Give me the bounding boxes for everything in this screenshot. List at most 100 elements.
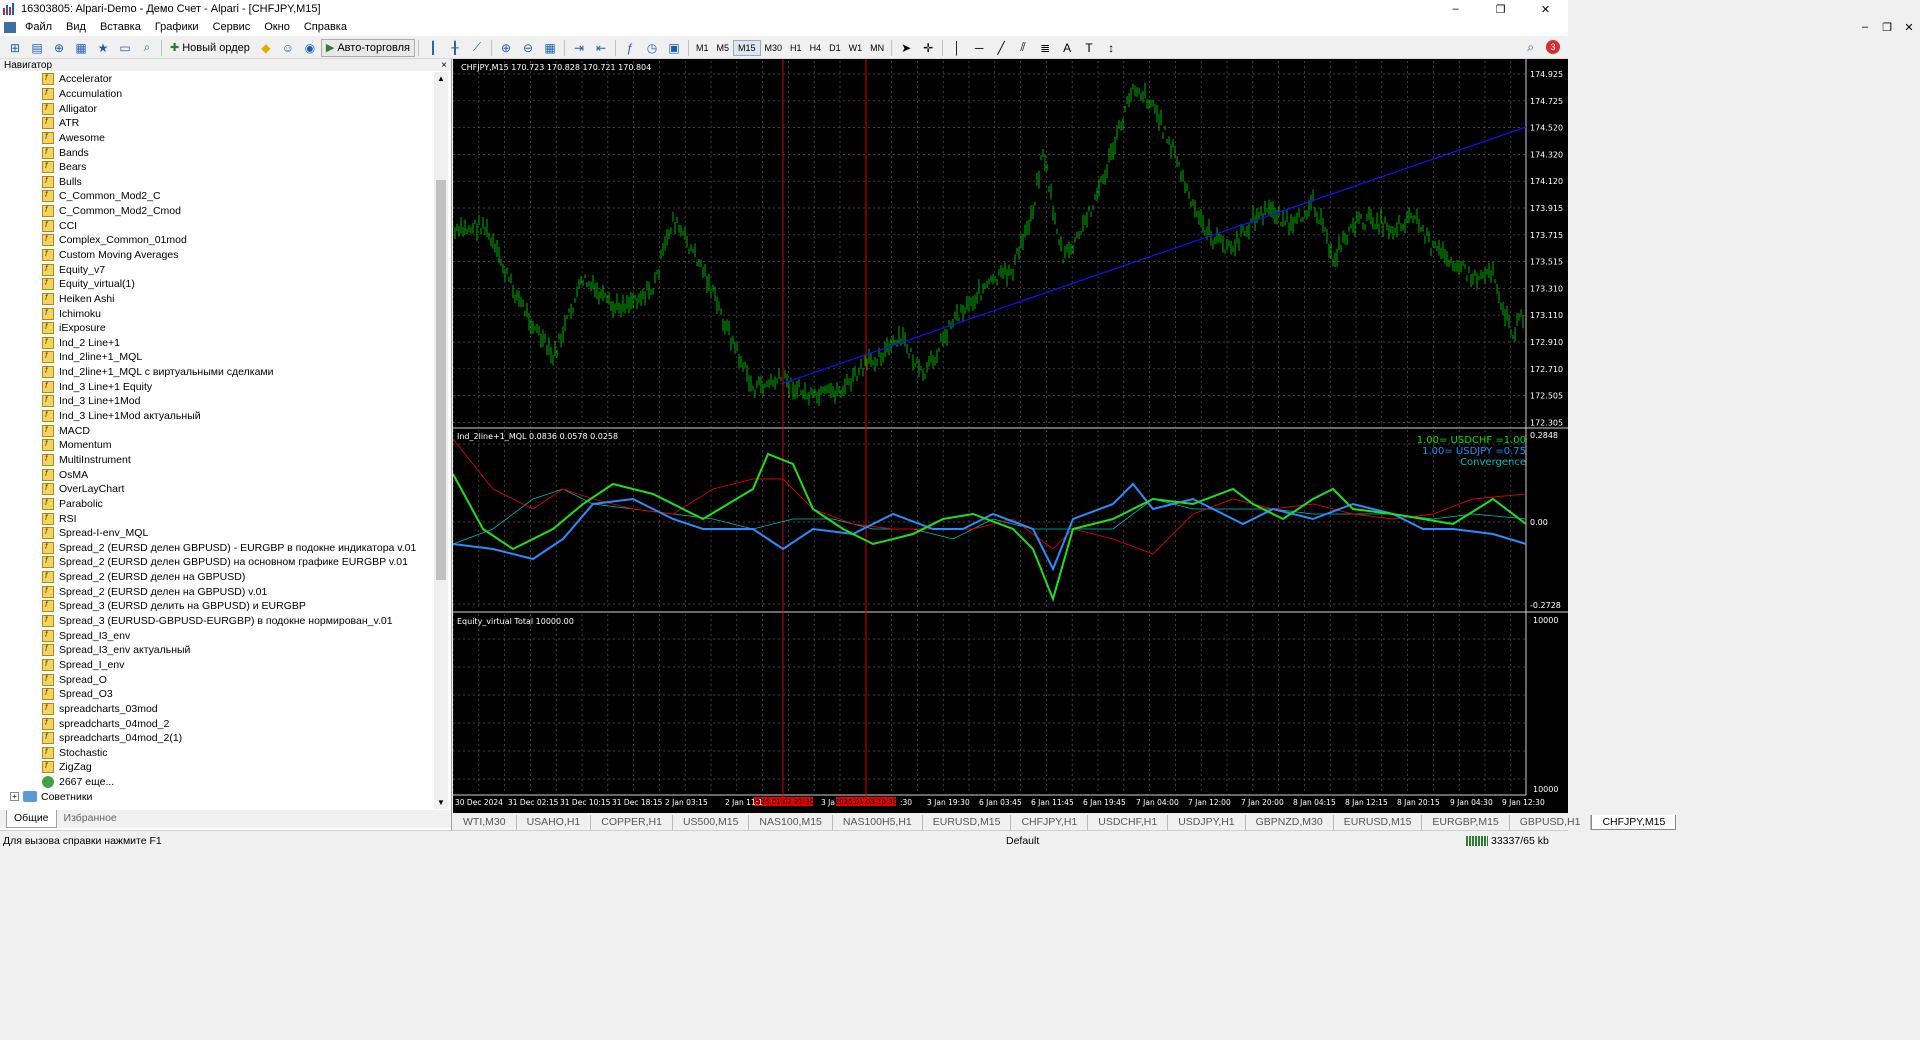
navigator-item[interactable]: Ind_3 Line+1Mod <box>0 394 434 409</box>
chart-tab[interactable]: NAS100H5,H1 <box>833 815 923 830</box>
auto-trading-button[interactable]: ▶ Авто-торговля <box>320 38 415 57</box>
tile-windows-icon[interactable]: ▦ <box>541 40 559 56</box>
tester-icon[interactable]: ⌕ <box>138 40 156 56</box>
navigator-item[interactable]: C_Common_Mod2_Cmod <box>0 204 434 219</box>
navigator-item[interactable]: Spread_3 (EURUSD-GBPUSD-EURGBP) в подокн… <box>0 614 434 629</box>
chart-tab[interactable]: CHFJPY,M15 <box>1591 815 1677 830</box>
navigator-item[interactable]: C_Common_Mod2_C <box>0 189 434 204</box>
scroll-thumb[interactable] <box>436 180 446 580</box>
navigator-item[interactable]: spreadcharts_04mod_2(1) <box>0 731 434 746</box>
navigator-item[interactable]: Momentum <box>0 438 434 453</box>
tf-m1[interactable]: M1 <box>692 40 713 56</box>
fibo-icon[interactable]: ≣ <box>1036 40 1054 56</box>
navigator-item[interactable]: Parabolic <box>0 497 434 512</box>
zoom-in-icon[interactable]: ⊕ <box>497 40 515 56</box>
chart-doc-icon[interactable] <box>4 21 16 33</box>
crosshair-icon[interactable]: ✛ <box>919 40 937 56</box>
tab-favorites[interactable]: Избранное <box>57 810 124 828</box>
tf-w1[interactable]: W1 <box>845 40 867 56</box>
navigator-item[interactable]: Ind_3 Line+1 Equity <box>0 379 434 394</box>
navigator-item[interactable]: Spread_2 (EURSD делен на GBPUSD) v.01 <box>0 584 434 599</box>
terminal-icon[interactable]: ▭ <box>116 40 134 56</box>
navigator-item[interactable]: Ind_2line+1_MQL <box>0 350 434 365</box>
minimize-button[interactable]: – <box>1433 0 1478 18</box>
navigator-item[interactable]: ZigZag <box>0 760 434 775</box>
chart-tab[interactable]: US500,M15 <box>673 815 750 830</box>
navigator-item[interactable]: CCI <box>0 218 434 233</box>
tf-h4[interactable]: H4 <box>806 40 826 56</box>
expand-icon[interactable]: + <box>10 792 19 802</box>
navigator-item[interactable]: Heiken Ashi <box>0 292 434 307</box>
navigator-item[interactable]: Ind_2line+1_MQL с виртуальными сделками <box>0 365 434 380</box>
navigator-scrollbar[interactable]: ▲ ▼ <box>434 72 448 809</box>
navigator-item[interactable]: ATR <box>0 116 434 131</box>
navigator-item[interactable]: Ind_2 Line+1 <box>0 336 434 351</box>
text-icon[interactable]: A <box>1058 40 1076 56</box>
navigator-item[interactable]: Complex_Common_01mod <box>0 233 434 248</box>
navigator-item[interactable]: Spread_2 (EURSD делен GBPUSD) на основно… <box>0 555 434 570</box>
line-chart-icon[interactable]: ⟋ <box>468 40 486 56</box>
tf-m5[interactable]: M5 <box>713 40 734 56</box>
tf-mn[interactable]: MN <box>866 40 888 56</box>
chart-shift-icon[interactable]: ⇤ <box>592 40 610 56</box>
mdi-restore-button[interactable]: ❐ <box>1876 18 1898 36</box>
scroll-up-icon[interactable]: ▲ <box>437 74 445 83</box>
mdi-close-button[interactable]: ✕ <box>1898 18 1920 36</box>
candlestick-icon[interactable]: ╂ <box>446 40 464 56</box>
navigator-item[interactable]: Awesome <box>0 131 434 146</box>
chart-tab[interactable]: GBPNZD,M30 <box>1246 815 1334 830</box>
navigator-item[interactable]: Spread_I3_env <box>0 628 434 643</box>
navigator-item[interactable]: Accumulation <box>0 87 434 102</box>
search-icon[interactable]: ⌕ <box>1527 40 1534 55</box>
close-button[interactable]: ✕ <box>1523 0 1568 18</box>
menu-window[interactable]: Окно <box>257 21 297 33</box>
channel-icon[interactable]: ⫽ <box>1014 40 1032 56</box>
chart-tab[interactable]: NAS100,M15 <box>749 815 833 830</box>
navigator-item[interactable]: Spread_2 (EURSD делен на GBPUSD) <box>0 570 434 585</box>
chart-tab[interactable]: GBPUSD,H1 <box>1510 815 1592 830</box>
navigator-item[interactable]: iExposure <box>0 321 434 336</box>
navigator-item[interactable]: OsMA <box>0 467 434 482</box>
new-chart-icon[interactable]: ⊞ <box>6 40 24 56</box>
maximize-button[interactable]: ❐ <box>1478 0 1523 18</box>
profiles-icon[interactable]: ▤ <box>28 40 46 56</box>
navigator-item[interactable]: Bulls <box>0 174 434 189</box>
cursor-icon[interactable]: ➤ <box>897 40 915 56</box>
community-icon[interactable]: ☺ <box>279 40 297 56</box>
chart-tab[interactable]: CHFJPY,H1 <box>1011 815 1089 830</box>
navigator-item[interactable]: Stochastic <box>0 745 434 760</box>
text-label-icon[interactable]: T <box>1080 40 1098 56</box>
navigator-item[interactable]: MultiInstrument <box>0 453 434 468</box>
navigator-item[interactable]: Bears <box>0 160 434 175</box>
navigator-item[interactable]: spreadcharts_04mod_2 <box>0 716 434 731</box>
new-order-button[interactable]: ✚ Новый ордер <box>165 39 255 57</box>
menu-insert[interactable]: Вставка <box>93 21 148 33</box>
horizontal-line-icon[interactable]: ─ <box>970 40 988 56</box>
menu-view[interactable]: Вид <box>59 21 93 33</box>
chart-tab[interactable]: USAHO,H1 <box>517 815 592 830</box>
navigator-item[interactable]: Spread_I3_env актуальный <box>0 643 434 658</box>
navigator-item[interactable]: Ichimoku <box>0 306 434 321</box>
menu-file[interactable]: Файл <box>18 21 59 33</box>
tf-d1[interactable]: D1 <box>825 40 845 56</box>
navigator-icon[interactable]: ★ <box>94 40 112 56</box>
navigator-group-advisors[interactable]: + Советники <box>0 789 434 804</box>
navigator-more-item[interactable]: 2667 еще... <box>0 775 434 790</box>
chart-window[interactable]: 2025.01.02 21:30 2025.01.03 10:30 174.925… <box>452 59 1568 813</box>
navigator-item[interactable]: Spread_3 (EURSD делить на GBPUSD) и EURG… <box>0 599 434 614</box>
navigator-item[interactable]: Spread_I_env <box>0 658 434 673</box>
notifications-badge[interactable]: 3 <box>1546 40 1560 54</box>
signals-icon[interactable]: ◉ <box>301 40 319 56</box>
indicators-icon[interactable]: ƒ <box>621 40 639 56</box>
chart-tab[interactable]: USDCHF,H1 <box>1088 815 1169 830</box>
navigator-item[interactable]: Alligator <box>0 101 434 116</box>
navigator-item[interactable]: Bands <box>0 145 434 160</box>
navigator-item[interactable]: Custom Moving Averages <box>0 248 434 263</box>
menu-charts[interactable]: Графики <box>148 21 206 33</box>
navigator-item[interactable]: spreadcharts_03mod <box>0 702 434 717</box>
navigator-item[interactable]: MACD <box>0 423 434 438</box>
mdi-minimize-button[interactable]: – <box>1854 18 1876 36</box>
navigator-item[interactable]: Spread_2 (EURSD делен GBPUSD) - EURGBP в… <box>0 541 434 556</box>
vertical-line-icon[interactable]: │ <box>948 40 966 56</box>
navigator-item[interactable]: Equity_v7 <box>0 262 434 277</box>
